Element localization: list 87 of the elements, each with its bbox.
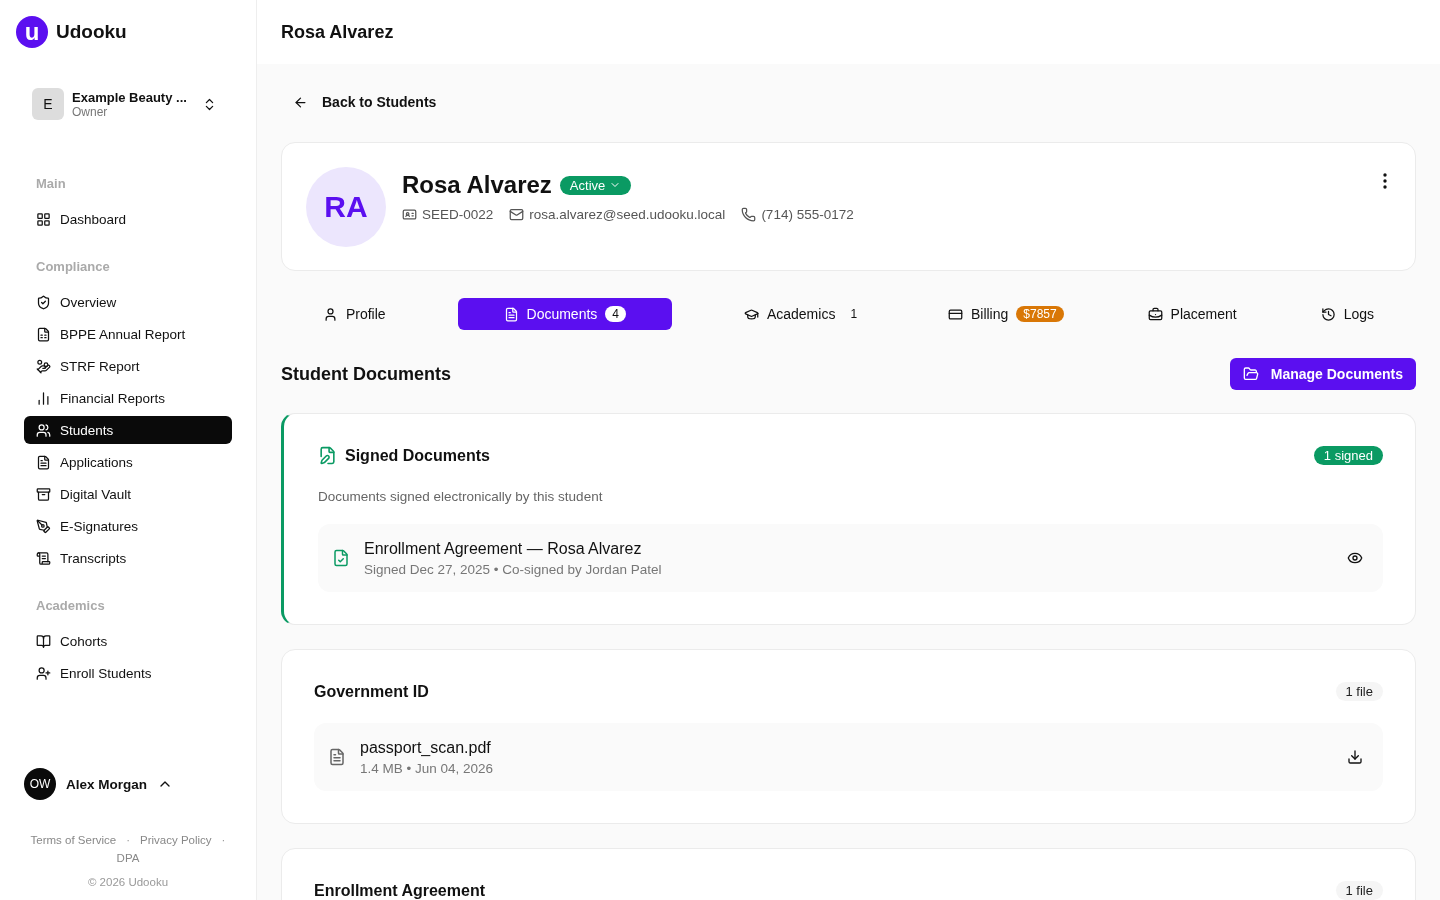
more-icon [1383,173,1387,189]
file-check-icon [332,549,350,567]
tab[interactable]: Placement [1135,298,1249,330]
workspace-name: Example Beauty ... [72,89,188,105]
tab-badge: 4 [605,306,626,322]
student-name: Rosa Alvarez [402,171,552,199]
file-name: passport_scan.pdf [360,738,492,757]
page-title: Rosa Alvarez [281,21,394,43]
footer-link[interactable]: Privacy Policy [140,834,212,846]
briefcase-icon [1147,306,1163,322]
workspace-avatar: E [32,88,64,120]
tab[interactable]: Logs [1308,298,1386,330]
sidebar-item[interactable]: Transcripts [24,544,232,572]
book-icon [36,633,51,649]
sidebar-item[interactable]: Overview [24,288,232,316]
folder-icon [1242,366,1259,382]
credit-card-icon [947,306,963,322]
tab[interactable]: Billing $7857 [935,298,1076,330]
file-icon [328,748,346,766]
sidebar-item[interactable]: BPPE Annual Report [24,320,232,348]
card-title: Enrollment Agreement [314,881,485,900]
hand-coins-icon [36,358,51,374]
tab[interactable]: Documents 4 [457,298,672,330]
bar-chart-icon [36,390,51,406]
card-description: Documents signed electronically by this student [318,489,604,504]
card-title: Signed Documents [345,446,490,465]
grid-icon [36,211,51,227]
archive-icon [36,486,51,502]
sidebar-item[interactable]: Financial Reports [24,384,232,412]
footer-link[interactable]: DPA [116,852,140,864]
user-name: Alex Morgan [66,776,147,792]
footer-link[interactable]: Terms of Service [30,834,117,846]
file-meta: Signed Dec 27, 2025 • Co-signed by Jordan Patel [364,561,663,577]
separator-dot: · [221,834,226,846]
section-heading: Compliance [36,259,111,274]
copyright: © 2026 Udooku [86,876,170,888]
users-icon [36,422,51,438]
logo-icon: u [16,16,48,48]
sidebar-item[interactable]: Enroll Students [24,659,232,687]
count-badge: 1 file [1335,682,1383,701]
section-title: Student Documents [281,363,451,385]
shield-icon [36,294,51,310]
user-plus-icon [36,665,51,681]
student-id: SEED-0022 [422,207,494,222]
eye-icon [1347,550,1363,566]
user-avatar: OW [24,768,56,800]
document-icon [36,454,51,470]
tab[interactable]: Profile [310,298,398,330]
manage-documents-button[interactable]: Manage Documents [1229,358,1416,390]
tab-badge: $7857 [1016,306,1064,322]
workspace-role: Owner [72,104,108,119]
sidebar-item[interactable]: Dashboard [24,205,232,233]
sidebar-item[interactable]: STRF Report [24,352,232,380]
workspace-switcher[interactable]: E Example Beauty ... Owner [32,88,232,120]
section-heading: Academics [36,598,106,613]
student-email: rosa.alvarez@seed.udooku.local [529,207,726,222]
pen-icon [36,518,51,534]
sidebar-item[interactable]: Cohorts [24,627,232,655]
file-meta: 1.4 MB • Jun 04, 2026 [360,760,495,776]
status-dropdown[interactable]: Active [559,175,632,195]
scroll-icon [36,550,51,566]
history-icon [1320,306,1336,322]
brand-name: Udooku [56,21,127,43]
id-card-icon [402,207,417,222]
sidebar-item[interactable]: E-Signatures [24,512,232,540]
phone-icon [741,207,757,222]
graduation-cap-icon [743,306,759,322]
spreadsheet-icon [36,326,51,342]
tab[interactable]: Academics 1 [731,298,877,330]
student-avatar: RA [306,166,386,247]
sidebar-item[interactable]: Digital Vault [24,480,232,508]
sidebar-item[interactable]: Students [24,416,232,444]
section-heading: Main [36,176,67,191]
file-pen-icon [318,446,337,465]
count-badge: 1 file [1335,881,1383,900]
back-link[interactable]: Back to Students [281,88,449,116]
user-menu[interactable]: OW Alex Morgan [24,768,232,800]
sidebar-item[interactable]: Applications [24,448,232,476]
student-phone: (714) 555-0172 [761,207,854,222]
mail-icon [509,207,525,222]
person-icon [322,306,338,322]
download-icon [1347,749,1363,765]
count-badge: 1 signed [1313,446,1383,465]
document-icon [503,306,519,322]
card-title: Government ID [314,682,429,701]
separator-dot: · [126,834,131,846]
file-name: Enrollment Agreement — Rosa Alvarez [364,539,643,558]
